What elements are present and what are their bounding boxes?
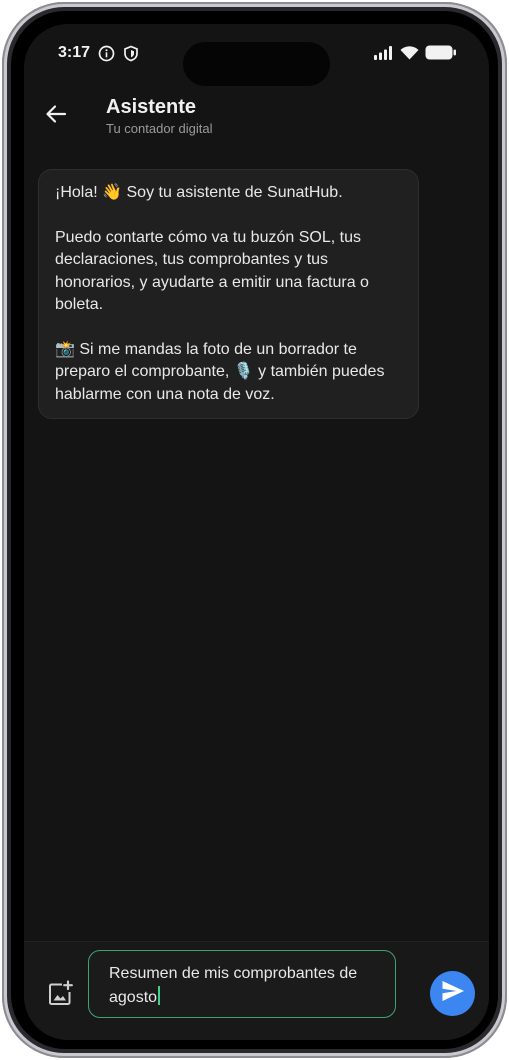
text-cursor bbox=[158, 986, 160, 1005]
signal-icon bbox=[374, 45, 394, 65]
page-title: Asistente bbox=[106, 96, 197, 118]
phone-frame: 3:17 Asistente Tu contador digital ¡Hola… bbox=[2, 2, 507, 1058]
message-paragraph: Puedo contarte cómo va tu buzón SOL, tus… bbox=[55, 228, 369, 314]
dynamic-island bbox=[183, 42, 330, 86]
send-icon bbox=[441, 980, 465, 1007]
shield-icon bbox=[123, 45, 139, 67]
add-photo-icon bbox=[46, 980, 74, 1012]
info-icon bbox=[98, 45, 115, 67]
message-composer: Resumen de mis comprobantes de agosto bbox=[24, 941, 489, 1040]
send-button[interactable] bbox=[430, 971, 475, 1016]
page-subtitle: Tu contador digital bbox=[106, 121, 213, 136]
wifi-icon bbox=[400, 45, 419, 65]
battery-icon bbox=[425, 45, 457, 65]
back-button[interactable] bbox=[42, 102, 70, 130]
message-input-text: Resumen de mis comprobantes de agosto bbox=[109, 965, 358, 1006]
app-screen: 3:17 Asistente Tu contador digital ¡Hola… bbox=[24, 24, 489, 1040]
status-time: 3:17 bbox=[58, 44, 91, 61]
message-paragraph: 📸 Si me mandas la foto de un borrador te… bbox=[55, 340, 385, 403]
status-right-icons bbox=[374, 45, 457, 65]
message-input[interactable]: Resumen de mis comprobantes de agosto bbox=[88, 950, 396, 1018]
arrow-left-icon bbox=[45, 103, 67, 130]
message-paragraph: ¡Hola! 👋 Soy tu asistente de SunatHub. bbox=[55, 184, 343, 201]
attach-image-button[interactable] bbox=[46, 980, 74, 1008]
app-header: Asistente Tu contador digital bbox=[24, 88, 489, 148]
status-left-icons bbox=[98, 45, 139, 67]
assistant-message-bubble: ¡Hola! 👋 Soy tu asistente de SunatHub. P… bbox=[38, 169, 419, 419]
